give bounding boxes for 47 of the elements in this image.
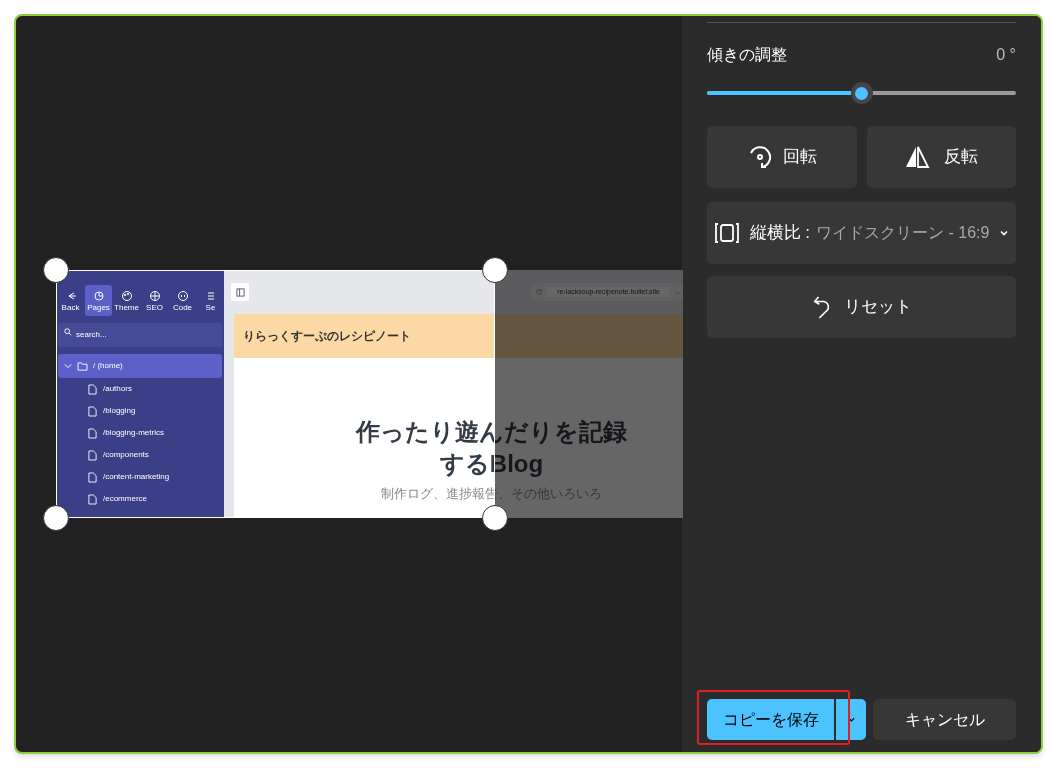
sidebar-toggle-button[interactable] <box>231 283 249 301</box>
refresh-icon <box>535 288 544 296</box>
search-field[interactable]: search... <box>58 322 222 347</box>
crop-handle[interactable] <box>482 257 508 283</box>
tree-item[interactable]: /blogging-metrics <box>88 426 224 440</box>
search-icon <box>64 328 72 336</box>
tree-item[interactable]: /ecommerce <box>88 492 224 506</box>
file-icon <box>88 449 97 461</box>
tree-item[interactable]: /components <box>88 448 224 462</box>
aspect-ratio-dropdown[interactable]: 縦横比 : ワイドスクリーン - 16:9 <box>707 202 1016 264</box>
flip-button[interactable]: 反転 <box>866 126 1016 188</box>
toolbar-item[interactable]: Back <box>57 285 84 316</box>
file-icon <box>88 471 97 483</box>
chevron-down-icon <box>999 228 1010 238</box>
aspect-icon <box>713 222 740 244</box>
toolbar-item[interactable]: Se <box>197 285 224 316</box>
toolbar-icon <box>92 289 105 302</box>
tree-item[interactable]: / (home) <box>58 354 222 378</box>
file-icon <box>88 493 97 505</box>
file-icon <box>88 427 97 439</box>
toolbar-icon <box>148 289 161 302</box>
toolbar-item[interactable]: SEO <box>141 285 168 316</box>
toolbar-item[interactable]: Code <box>169 285 196 316</box>
crop-handle[interactable] <box>43 257 69 283</box>
straighten-label: 傾きの調整 <box>707 45 787 65</box>
reset-button[interactable]: リセット <box>707 276 1016 338</box>
toolbar-icon <box>176 289 189 302</box>
tree-item[interactable]: /authors <box>88 382 224 396</box>
crop-handle[interactable] <box>43 505 69 531</box>
tree-item[interactable]: /content-marketing <box>88 470 224 484</box>
toolbar-item[interactable]: Theme <box>113 285 140 316</box>
tree-item[interactable]: /blogging <box>88 404 224 418</box>
folder-icon <box>77 361 88 371</box>
toolbar-icon <box>120 289 133 302</box>
rotate-button[interactable]: 回転 <box>707 126 857 188</box>
straighten-slider[interactable] <box>707 82 1016 104</box>
flip-icon <box>904 145 931 169</box>
straighten-reading: 0 ° <box>996 45 1016 65</box>
slider-thumb[interactable] <box>850 82 873 104</box>
chevron-icon <box>64 362 72 370</box>
site-banner: りらっくすーぷのレシピノート <box>234 314 683 358</box>
file-icon <box>88 383 97 395</box>
toolbar-item[interactable]: Pages <box>85 285 112 316</box>
cancel-button[interactable]: キャンセル <box>873 699 1016 740</box>
panel-icon <box>235 287 245 297</box>
file-icon <box>88 405 97 417</box>
save-copy-button[interactable]: コピーを保存 <box>707 699 834 740</box>
